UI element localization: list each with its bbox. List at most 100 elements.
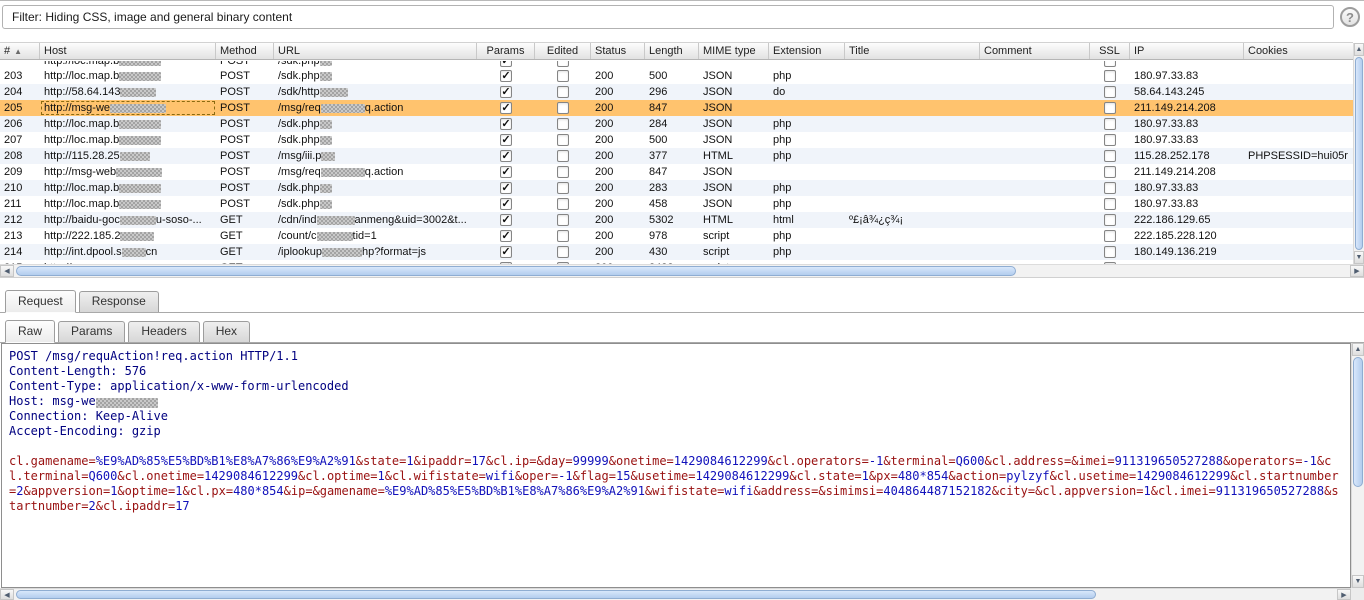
- edited-checkbox: [557, 214, 569, 226]
- column-header-extension[interactable]: Extension: [769, 43, 845, 59]
- table-row[interactable]: 210http://loc.map.bPOST/sdk.php✓200283JS…: [0, 180, 1353, 196]
- column-header-host[interactable]: Host: [40, 43, 216, 59]
- redacted-block: [119, 61, 161, 66]
- table-row[interactable]: 205http://msg-wePOST/msg/reqq.action✓200…: [0, 100, 1353, 116]
- table-row[interactable]: 207http://loc.map.bPOST/sdk.php✓200500JS…: [0, 132, 1353, 148]
- cell-status: 200: [591, 180, 645, 196]
- column-header-url[interactable]: URL: [274, 43, 477, 59]
- scroll-right-icon[interactable]: ▶: [1337, 589, 1351, 600]
- column-header-title[interactable]: Title: [845, 43, 980, 59]
- edited-checkbox: [557, 86, 569, 98]
- request-blank-line: [9, 439, 1343, 454]
- cell-ip: 211.149.214.208: [1130, 164, 1244, 180]
- table-row[interactable]: http://loc.map.bPOST/sdk.php✓: [0, 61, 1353, 68]
- scrollbar-thumb[interactable]: [1353, 357, 1363, 487]
- cell-edited: [535, 196, 591, 212]
- table-row[interactable]: 206http://loc.map.bPOST/sdk.php✓200284JS…: [0, 116, 1353, 132]
- cell-comment: [980, 116, 1090, 132]
- column-header-number[interactable]: # ▲: [0, 43, 40, 59]
- table-row[interactable]: 214http://int.dpool.scnGET/iplookuphp?fo…: [0, 244, 1353, 260]
- column-header-length[interactable]: Length: [645, 43, 699, 59]
- redacted-block: [321, 168, 365, 177]
- tab-request[interactable]: Request: [5, 290, 76, 313]
- scroll-left-icon[interactable]: ◀: [0, 589, 14, 600]
- cell-method: POST: [216, 84, 274, 100]
- table-row[interactable]: 204http://58.64.143POST/sdk/http✓200296J…: [0, 84, 1353, 100]
- cell-method: POST: [216, 132, 274, 148]
- cell-title: º£¡â¾¿ç¾¡: [845, 212, 980, 228]
- tab-response[interactable]: Response: [79, 291, 159, 312]
- edited-checkbox: [557, 182, 569, 194]
- ssl-checkbox: [1104, 214, 1116, 226]
- request-horizontal-scrollbar[interactable]: ◀ ▶: [0, 588, 1351, 600]
- cell-length: 296: [645, 84, 699, 100]
- table-row[interactable]: 211http://loc.map.bPOST/sdk.php✓200458JS…: [0, 196, 1353, 212]
- scroll-down-icon[interactable]: ▼: [1354, 251, 1364, 264]
- cell-extension: php: [769, 132, 845, 148]
- filter-bar[interactable]: Filter: Hiding CSS, image and general bi…: [2, 5, 1334, 29]
- help-button[interactable]: ?: [1340, 7, 1360, 27]
- table-vertical-scrollbar[interactable]: ▲ ▼: [1353, 43, 1364, 264]
- cell-method: POST: [216, 116, 274, 132]
- cell-title: [845, 68, 980, 84]
- table-row[interactable]: 213http://222.185.2GET/count/ctid=1✓2009…: [0, 228, 1353, 244]
- column-header-edited[interactable]: Edited: [535, 43, 591, 59]
- ssl-checkbox: [1104, 70, 1116, 82]
- sort-ascending-icon: ▲: [14, 47, 22, 56]
- redacted-block: [110, 104, 166, 113]
- cell-url: /msg/iii.p: [274, 148, 477, 164]
- column-header-ssl[interactable]: SSL: [1090, 43, 1130, 59]
- cell-id: 205: [0, 100, 40, 116]
- scroll-down-icon[interactable]: ▼: [1352, 575, 1364, 588]
- cell-id: 212: [0, 212, 40, 228]
- scrollbar-thumb[interactable]: [16, 590, 1096, 599]
- cell-ip: 180.149.136.219: [1130, 244, 1244, 260]
- table-row[interactable]: 203http://loc.map.bPOST/sdk.php✓200500JS…: [0, 68, 1353, 84]
- scroll-up-icon[interactable]: ▲: [1352, 343, 1364, 356]
- cell-cookies: [1244, 164, 1353, 180]
- column-header-status[interactable]: Status: [591, 43, 645, 59]
- column-header-cookies[interactable]: Cookies: [1244, 43, 1353, 59]
- scroll-right-icon[interactable]: ▶: [1350, 265, 1364, 277]
- cell-edited: [535, 180, 591, 196]
- column-header-method[interactable]: Method: [216, 43, 274, 59]
- cell-ssl: [1090, 244, 1130, 260]
- redacted-block: [119, 120, 161, 129]
- redacted-block: [119, 136, 161, 145]
- cell-edited: [535, 68, 591, 84]
- tab-hex[interactable]: Hex: [203, 321, 250, 342]
- tab-headers[interactable]: Headers: [128, 321, 199, 342]
- table-horizontal-scrollbar[interactable]: ◀ ▶: [0, 264, 1364, 278]
- message-tabs: Request Response: [0, 289, 1364, 313]
- cell-length: 5302: [645, 212, 699, 228]
- cell-comment: [980, 148, 1090, 164]
- table-row[interactable]: 212http://baidu-gocu-soso-...GET/cdn/ind…: [0, 212, 1353, 228]
- table-row[interactable]: 209http://msg-webPOST/msg/reqq.action✓20…: [0, 164, 1353, 180]
- cell-ip: 115.28.252.178: [1130, 148, 1244, 164]
- column-header-mime-type[interactable]: MIME type: [699, 43, 769, 59]
- scroll-left-icon[interactable]: ◀: [0, 265, 14, 277]
- cell-status: 200: [591, 84, 645, 100]
- redacted-block: [320, 184, 332, 193]
- cell-ssl: [1090, 228, 1130, 244]
- tab-params[interactable]: Params: [58, 321, 125, 342]
- column-header-ip[interactable]: IP: [1130, 43, 1244, 59]
- redacted-block: [320, 72, 332, 81]
- scrollbar-thumb[interactable]: [1355, 57, 1363, 250]
- cell-id: 203: [0, 68, 40, 84]
- tab-raw[interactable]: Raw: [5, 320, 55, 343]
- table-row[interactable]: 208http://115.28.25POST/msg/iii.p✓200377…: [0, 148, 1353, 164]
- cell-host: http://loc.map.b: [40, 180, 216, 196]
- cell-url: /sdk.php: [274, 68, 477, 84]
- cell-cookies: [1244, 116, 1353, 132]
- ssl-checkbox: [1104, 150, 1116, 162]
- cell-params: ✓: [477, 164, 535, 180]
- column-header-comment[interactable]: Comment: [980, 43, 1090, 59]
- cell-params: ✓: [477, 100, 535, 116]
- scroll-up-icon[interactable]: ▲: [1354, 43, 1364, 56]
- request-header-line: Host: msg-we: [9, 394, 1343, 409]
- request-vertical-scrollbar[interactable]: ▲ ▼: [1351, 343, 1364, 588]
- column-header-params[interactable]: Params: [477, 43, 535, 59]
- raw-request-editor[interactable]: POST /msg/requAction!req.action HTTP/1.1…: [1, 343, 1351, 588]
- scrollbar-thumb[interactable]: [16, 266, 1016, 276]
